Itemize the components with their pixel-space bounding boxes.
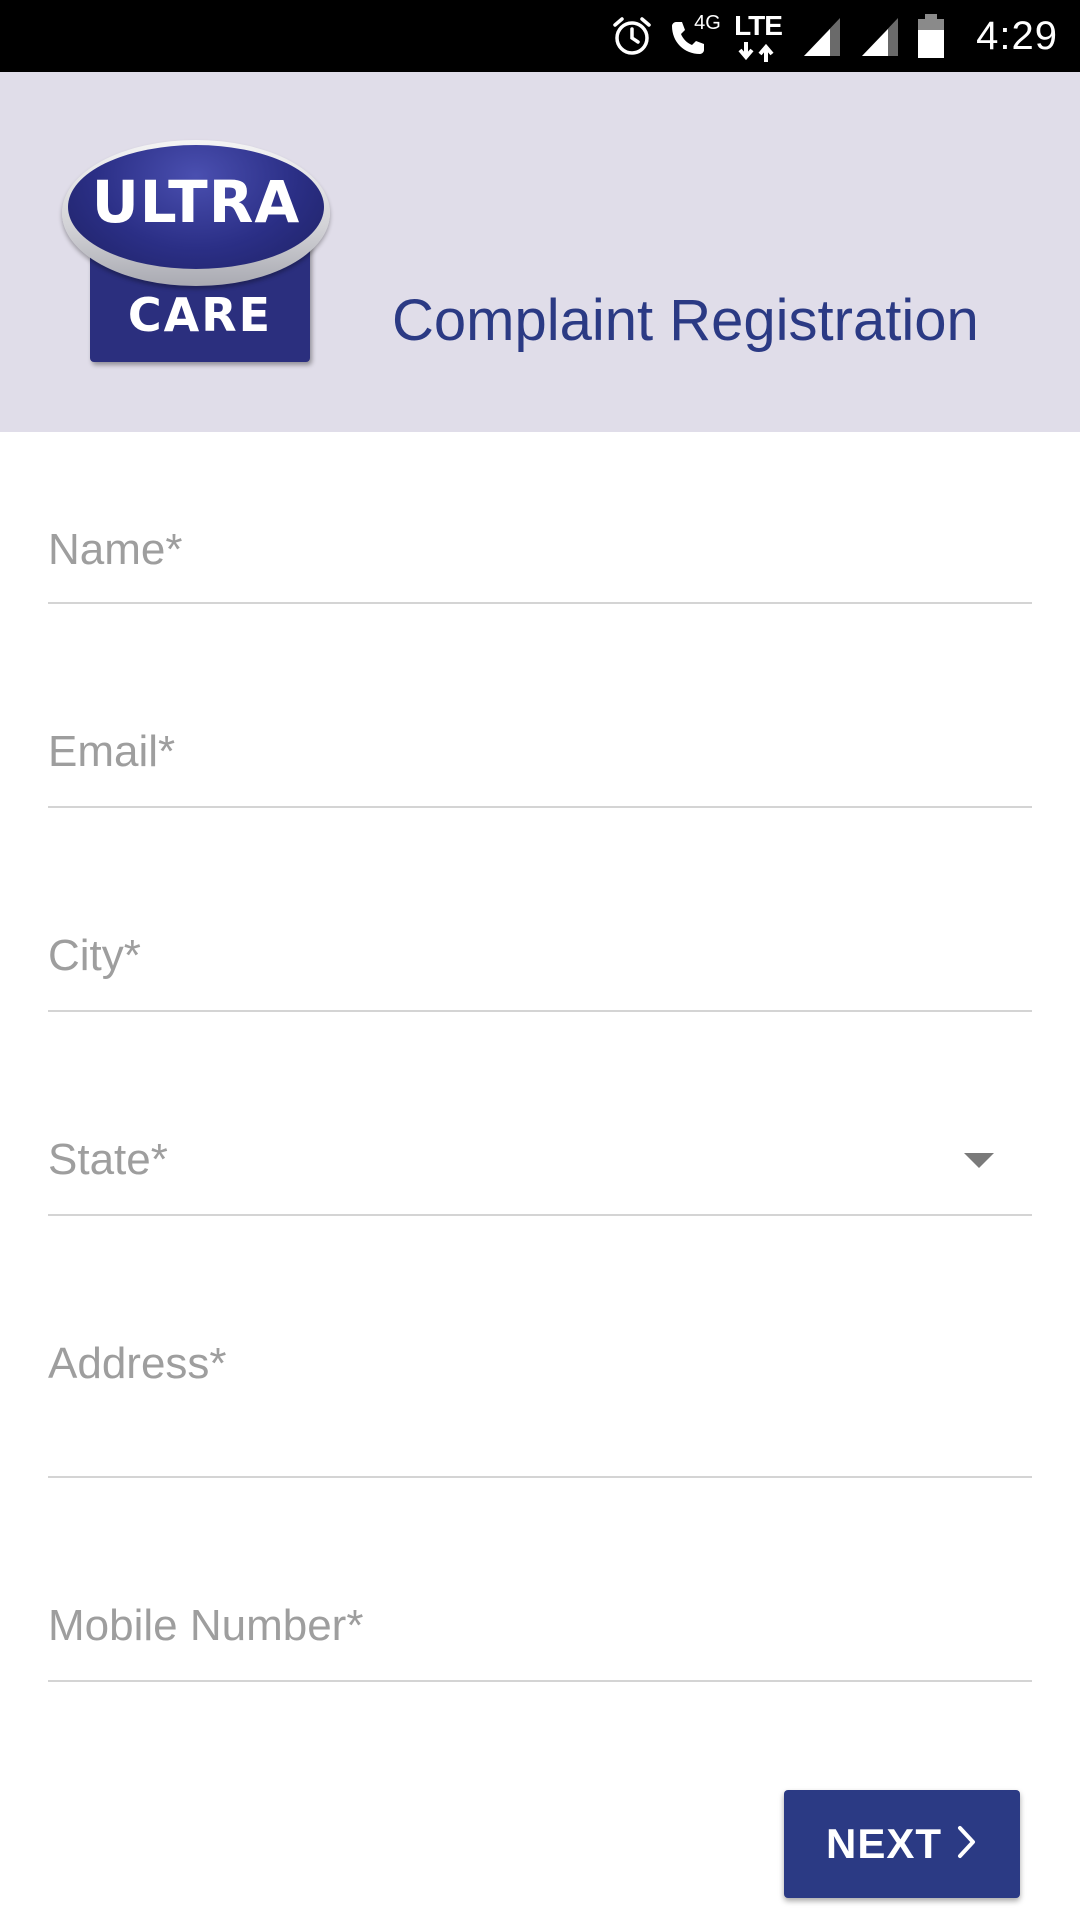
- mobile-number-field-placeholder: Mobile Number*: [48, 1601, 364, 1650]
- mobile-number-field[interactable]: Mobile Number*: [48, 1574, 1032, 1682]
- next-button-label: NEXT: [825, 1820, 942, 1867]
- status-time: 4:29: [976, 13, 1058, 58]
- city-field-placeholder: City*: [48, 931, 141, 980]
- app-header: ULTRA CARE Complaint Registration: [0, 72, 1080, 432]
- signal-icon: [858, 14, 902, 58]
- name-field-placeholder: Name*: [48, 525, 183, 574]
- dropdown-arrow-icon[interactable]: [964, 1153, 994, 1168]
- alarm-icon: [610, 14, 654, 58]
- email-field-placeholder: Email*: [48, 727, 176, 776]
- status-icons: 4G LTE 4:29: [610, 0, 1058, 72]
- network-sub-label: 4G: [694, 12, 721, 34]
- email-field[interactable]: Email*: [48, 700, 1032, 808]
- logo-text-ultra: ULTRA: [91, 168, 301, 236]
- city-field[interactable]: City*: [48, 904, 1032, 1012]
- battery-icon: [916, 13, 946, 59]
- chevron-right-icon: [956, 1825, 978, 1864]
- page-title: Complaint Registration: [392, 288, 979, 353]
- logo-text-care: CARE: [127, 288, 273, 342]
- wifi-calling-icon: 4G: [668, 12, 721, 60]
- address-field-placeholder: Address*: [48, 1339, 227, 1388]
- next-button[interactable]: NEXT: [784, 1790, 1020, 1898]
- name-field[interactable]: Name*: [48, 496, 1032, 604]
- address-field[interactable]: Address*: [48, 1312, 1032, 1478]
- state-select-placeholder: State*: [48, 1135, 168, 1184]
- lte-label: LTE: [734, 10, 783, 41]
- state-select[interactable]: State*: [48, 1108, 1032, 1216]
- complaint-registration-screen: 4G LTE 4:29 ULTRA CARE Complaint Registr…: [0, 0, 1080, 1920]
- status-bar: 4G LTE 4:29: [0, 0, 1080, 72]
- ultra-care-logo: ULTRA CARE: [62, 140, 330, 364]
- lte-icon: LTE: [732, 8, 786, 64]
- signal-icon: [800, 14, 844, 58]
